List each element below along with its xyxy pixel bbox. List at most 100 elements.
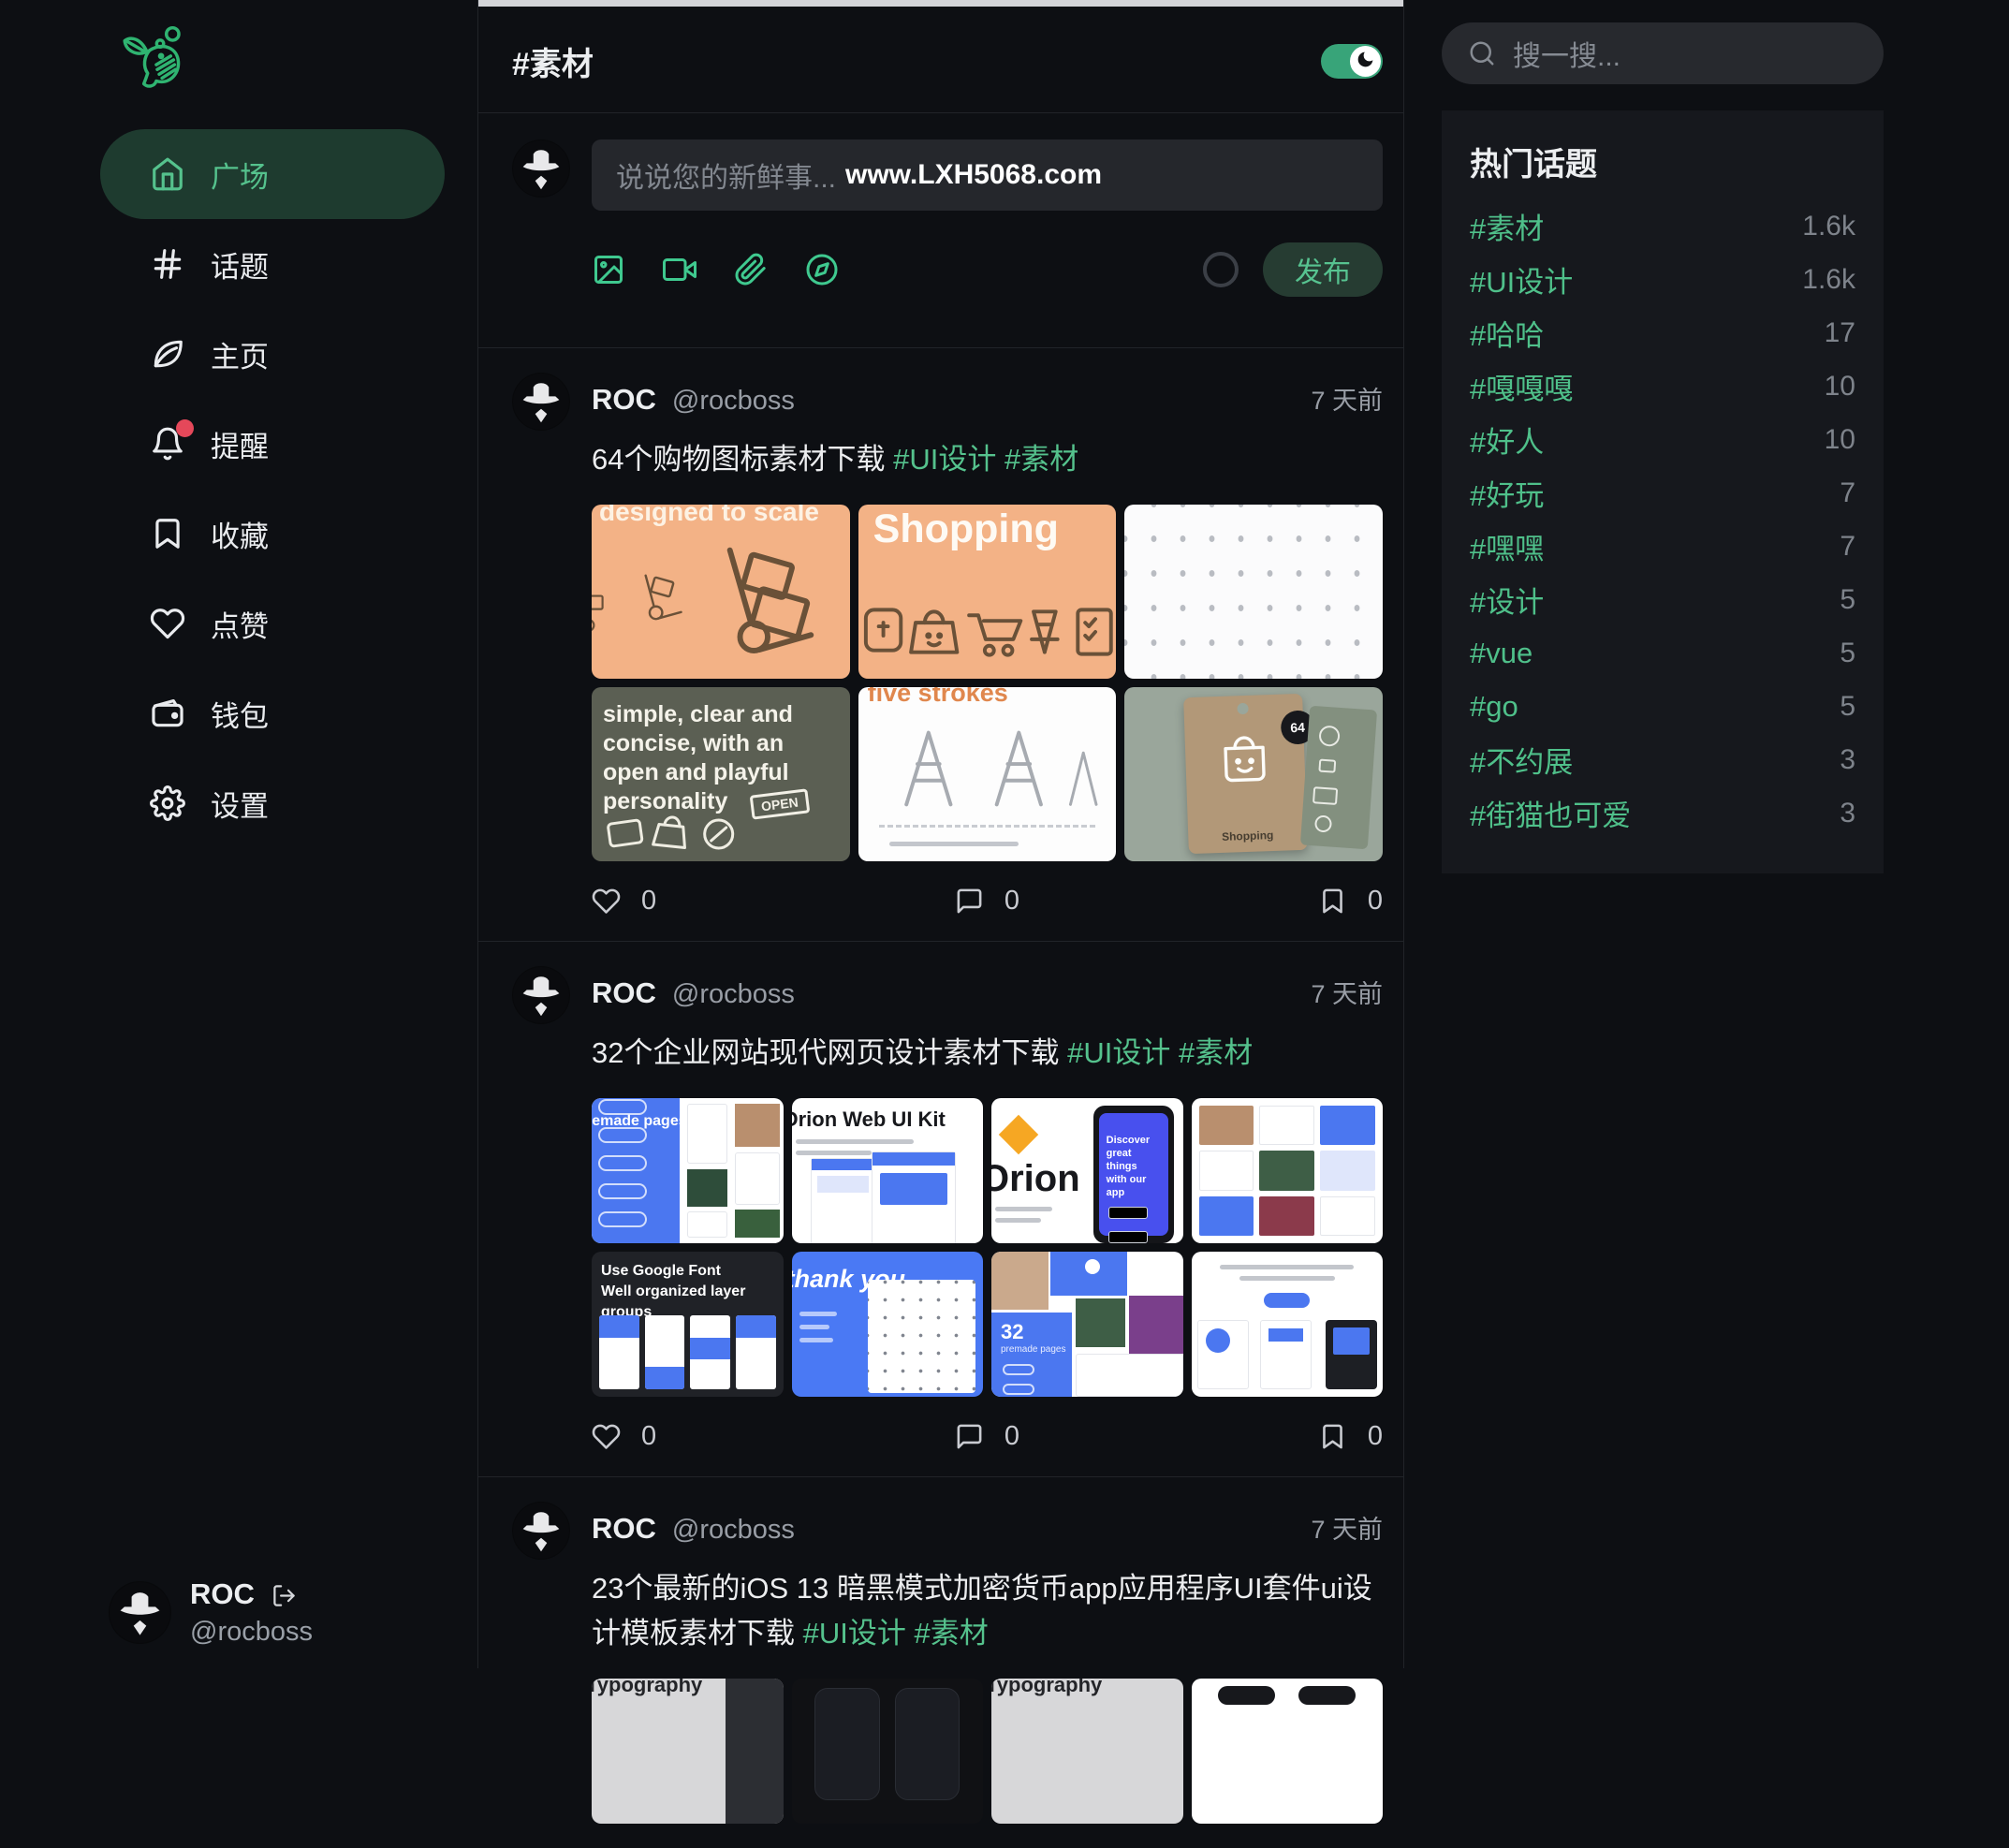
like-button[interactable]: 0 bbox=[592, 886, 656, 917]
post-avatar[interactable] bbox=[512, 1502, 570, 1560]
sidebar-item-settings[interactable]: 设置 bbox=[100, 758, 445, 848]
publish-button[interactable]: 发布 bbox=[1263, 242, 1383, 297]
bookmark-icon bbox=[1318, 1422, 1347, 1451]
thumbnail-image[interactable]: five strokes bbox=[858, 687, 1117, 861]
thumbnail-image[interactable]: Orion Web UI Kit bbox=[792, 1098, 984, 1243]
user-meta: ROC @rocboss bbox=[190, 1577, 313, 1648]
post-handle[interactable]: @rocboss bbox=[672, 1515, 795, 1546]
whale-logo[interactable] bbox=[118, 21, 198, 101]
sidebar-item-likes[interactable]: 点赞 bbox=[100, 579, 445, 668]
sidebar-item-bookmarks[interactable]: 收藏 bbox=[100, 489, 445, 579]
logout-icon[interactable] bbox=[271, 1582, 297, 1607]
comment-count: 0 bbox=[1004, 1421, 1019, 1452]
topic-count: 7 bbox=[1840, 477, 1855, 509]
post-handle[interactable]: @rocboss bbox=[672, 386, 795, 417]
comment-button[interactable]: 0 bbox=[955, 886, 1019, 917]
thumbnail-image[interactable]: 64 Shopping bbox=[1124, 687, 1383, 861]
thumbnail-image[interactable]: Typography bbox=[991, 1679, 1183, 1824]
user-avatar bbox=[109, 1581, 171, 1644]
decor-shape bbox=[991, 1252, 1048, 1310]
thumbnail-image[interactable] bbox=[792, 1679, 984, 1824]
topic-row[interactable]: #UI设计 1.6k bbox=[1470, 253, 1855, 306]
topic-row[interactable]: #哈哈 17 bbox=[1470, 306, 1855, 359]
topic-row[interactable]: #设计 5 bbox=[1470, 573, 1855, 626]
post-author[interactable]: ROC bbox=[592, 976, 656, 1010]
comment-button[interactable]: 0 bbox=[955, 1421, 1019, 1452]
right-sidebar: 搜一搜... 热门话题 #素材 1.6k #UI设计 1.6k #哈哈 17 #… bbox=[1404, 0, 2009, 1668]
topic-tag[interactable]: #好人 bbox=[1470, 418, 1544, 461]
topic-row[interactable]: #街猫也可爱 3 bbox=[1470, 786, 1855, 840]
topic-tag[interactable]: #嘎嘎嘎 bbox=[1470, 365, 1573, 407]
topic-tag[interactable]: #哈哈 bbox=[1470, 312, 1544, 354]
topic-row[interactable]: #不约展 3 bbox=[1470, 733, 1855, 786]
decor-shape bbox=[735, 1152, 779, 1205]
thumbnail-image[interactable]: Shopping bbox=[858, 505, 1117, 679]
decor-shape bbox=[687, 1211, 727, 1238]
sidebar-item-profile[interactable]: 主页 bbox=[100, 309, 445, 399]
thumbnail-image[interactable] bbox=[1124, 505, 1383, 679]
thumbnail-image[interactable]: remade pages bbox=[592, 1098, 784, 1243]
topic-row[interactable]: #嘎嘎嘎 10 bbox=[1470, 359, 1855, 413]
topic-row[interactable]: #好玩 7 bbox=[1470, 466, 1855, 520]
video-icon[interactable] bbox=[663, 253, 697, 286]
hashtag-link[interactable]: #素材 bbox=[1004, 443, 1078, 476]
current-user[interactable]: ROC @rocboss bbox=[109, 1577, 313, 1648]
topic-tag[interactable]: #好玩 bbox=[1470, 472, 1544, 514]
compose-input[interactable]: 说说您的新鲜事... www.LXH5068.com bbox=[592, 139, 1383, 211]
post-handle[interactable]: @rocboss bbox=[672, 979, 795, 1010]
topic-row[interactable]: #好人 10 bbox=[1470, 413, 1855, 466]
post-text: 32个企业网站现代网页设计素材下载 #UI设计 #素材 bbox=[592, 1031, 1383, 1076]
topic-row[interactable]: #go 5 bbox=[1470, 680, 1855, 733]
thumbnail-image[interactable] bbox=[1192, 1679, 1384, 1824]
bookmark-button[interactable]: 0 bbox=[1318, 1421, 1383, 1452]
thumbnail-image[interactable]: designed to scale bbox=[592, 505, 850, 679]
hashtag-link[interactable]: #素材 bbox=[915, 1617, 989, 1650]
thumbnail-image[interactable]: 32 premade pages bbox=[991, 1252, 1183, 1397]
thumb-caption: Orion Web UI Kit bbox=[792, 1107, 946, 1132]
topic-row[interactable]: #嘿嘿 7 bbox=[1470, 520, 1855, 573]
compose-placeholder: 说说您的新鲜事... bbox=[616, 154, 836, 196]
post-author[interactable]: ROC bbox=[592, 1512, 656, 1546]
topic-count: 10 bbox=[1825, 424, 1855, 456]
image-icon[interactable] bbox=[592, 253, 625, 286]
thumbnail-image[interactable]: Orion Discover great things with our app bbox=[991, 1098, 1183, 1243]
hashtag-link[interactable]: #素材 bbox=[1179, 1036, 1253, 1069]
topic-tag[interactable]: #街猫也可爱 bbox=[1470, 792, 1631, 834]
post-avatar[interactable] bbox=[512, 373, 570, 431]
topic-tag[interactable]: #不约展 bbox=[1470, 739, 1573, 781]
compass-icon[interactable] bbox=[805, 253, 839, 286]
thumbnail-image[interactable] bbox=[1192, 1252, 1384, 1397]
thumbnail-image[interactable]: Typography bbox=[592, 1679, 784, 1824]
topic-tag[interactable]: #素材 bbox=[1470, 205, 1544, 247]
decor-shape bbox=[687, 1169, 727, 1207]
post-avatar[interactable] bbox=[512, 966, 570, 1024]
scroll-progress-bar bbox=[478, 0, 1403, 7]
sidebar-item-notifications[interactable]: 提醒 bbox=[100, 399, 445, 489]
topic-row[interactable]: #vue 5 bbox=[1470, 626, 1855, 680]
thumbnail-image[interactable]: simple, clear and concise, with an open … bbox=[592, 687, 850, 861]
hashtag-link[interactable]: #UI设计 bbox=[1067, 1036, 1170, 1069]
topic-tag[interactable]: #设计 bbox=[1470, 579, 1544, 621]
attachment-icon[interactable] bbox=[734, 253, 768, 286]
thumbnail-image[interactable]: Use Google Font Well organized layer gro… bbox=[592, 1252, 784, 1397]
thumbnail-image[interactable]: thank you bbox=[792, 1252, 984, 1397]
hashtag-link[interactable]: #UI设计 bbox=[893, 443, 996, 476]
topic-tag[interactable]: #UI设计 bbox=[1470, 258, 1573, 301]
sidebar-item-square[interactable]: 广场 bbox=[100, 129, 445, 219]
bookmark-button[interactable]: 0 bbox=[1318, 886, 1383, 917]
thumbnail-image[interactable] bbox=[1192, 1098, 1384, 1243]
topic-tag[interactable]: #go bbox=[1470, 690, 1518, 724]
topic-tag[interactable]: #vue bbox=[1470, 637, 1532, 670]
thumb-caption: Orion bbox=[991, 1158, 1080, 1200]
sidebar-item-wallet[interactable]: 钱包 bbox=[100, 668, 445, 758]
topic-row[interactable]: #素材 1.6k bbox=[1470, 199, 1855, 253]
dark-mode-toggle[interactable] bbox=[1321, 44, 1383, 79]
sidebar-item-topics[interactable]: 话题 bbox=[100, 219, 445, 309]
hashtag-link[interactable]: #UI设计 bbox=[803, 1617, 906, 1650]
topic-count: 7 bbox=[1840, 531, 1855, 563]
like-button[interactable]: 0 bbox=[592, 1421, 656, 1452]
topic-tag[interactable]: #嘿嘿 bbox=[1470, 525, 1544, 567]
post-author[interactable]: ROC bbox=[592, 383, 656, 417]
decor-shape bbox=[796, 1151, 873, 1155]
search-input[interactable]: 搜一搜... bbox=[1442, 22, 1884, 84]
